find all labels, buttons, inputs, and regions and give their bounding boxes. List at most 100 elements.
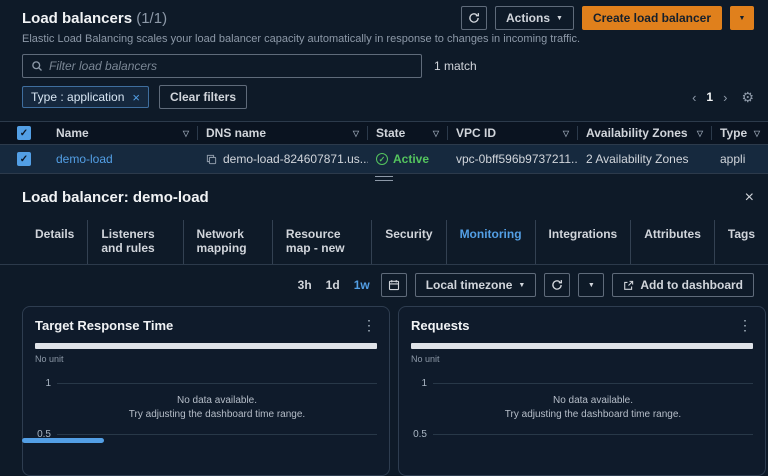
chevron-down-icon: ▼ [587,281,595,289]
column-label: VPC ID [456,126,497,140]
overflow-menu-icon[interactable]: ⋮ [738,317,753,334]
tab-tags[interactable]: Tags [713,220,768,264]
tab-listeners-and-rules[interactable]: Listeners and rules [87,220,182,264]
preferences-gear-icon[interactable]: ⚙ [741,89,754,106]
add-to-dashboard-button[interactable]: Add to dashboard [612,273,754,297]
drag-handle-icon [375,176,393,181]
overflow-menu-icon[interactable]: ⋮ [362,317,377,334]
clear-filters-button[interactable]: Clear filters [159,85,248,109]
status-label: Active [393,152,430,166]
empty-state-title: No data available. [552,395,634,406]
vpc-id-value: vpc-0bff596b9737211... [456,152,578,166]
column-filter-icon[interactable]: ▽ [563,129,569,138]
create-load-balancer-label: Create load balancer [592,11,711,25]
page-description: Elastic Load Balancing scales your load … [22,33,581,45]
range-1d-button[interactable]: 1d [323,278,343,292]
next-page-icon[interactable]: › [723,90,727,105]
clear-filters-label: Clear filters [170,90,237,104]
search-input[interactable] [49,59,413,73]
column-header-type[interactable]: Type ▽ [712,126,768,140]
actions-button[interactable]: Actions ▼ [494,6,574,30]
empty-state-message: No data available. Try adjusting the das… [411,394,753,421]
column-header-dns-name[interactable]: DNS name ▽ [198,126,368,140]
tab-security[interactable]: Security [371,220,445,264]
remove-filter-icon[interactable]: × [132,91,140,104]
column-filter-icon[interactable]: ▽ [183,129,189,138]
range-1w-button[interactable]: 1w [351,278,373,292]
refresh-icon [468,12,480,24]
filter-search-box[interactable] [22,54,422,78]
tab-resource-map[interactable]: Resource map - new [271,220,371,264]
select-all-checkbox[interactable]: ✓ [17,126,31,140]
dns-name-value: demo-load-824607871.us... [223,152,368,166]
refresh-button[interactable] [460,6,487,30]
actions-button-label: Actions [505,11,550,25]
y-tick-label: 1 [421,378,427,389]
create-load-balancer-dropdown-button[interactable]: ▼ [730,6,754,30]
page-title-text: Load balancers [22,9,133,27]
filter-chip-label: Type : application [31,90,125,104]
column-header-state[interactable]: State ▽ [368,126,448,140]
chevron-down-icon: ▼ [518,281,526,289]
pagination: ‹ 1 › ⚙ [692,89,754,106]
check-icon: ✓ [19,153,29,165]
create-load-balancer-button[interactable]: Create load balancer [581,6,722,30]
table-row[interactable]: ✓ demo-load demo-load-824607871.us... ✓ … [0,145,768,174]
timezone-dropdown[interactable]: Local timezone ▼ [414,273,537,297]
column-label: Name [56,126,89,140]
page-title: Load balancers (1/1) [22,10,167,27]
previous-page-icon[interactable]: ‹ [692,90,696,105]
custom-range-calendar-button[interactable] [380,273,407,297]
close-icon[interactable]: × [745,189,754,206]
empty-state-message: No data available. Try adjusting the das… [35,394,377,421]
tab-integrations[interactable]: Integrations [534,220,631,264]
gridline [433,383,753,384]
empty-state-hint: Try adjusting the dashboard time range. [504,408,682,420]
column-filter-icon[interactable]: ▽ [697,129,703,138]
chart-title: Requests [411,318,470,333]
column-label: Availability Zones [586,126,688,140]
column-header-vpc-id[interactable]: VPC ID ▽ [448,126,578,140]
tab-attributes[interactable]: Attributes [630,220,714,264]
column-header-name[interactable]: Name ▽ [48,126,198,140]
page-header: Load balancers (1/1) Actions ▼ Create lo… [0,0,768,30]
tab-details[interactable]: Details [22,220,87,264]
column-filter-icon[interactable]: ▽ [433,129,439,138]
load-balancer-name-link[interactable]: demo-load [56,152,113,166]
copy-icon[interactable] [206,154,217,165]
add-to-dashboard-label: Add to dashboard [640,278,743,292]
match-count: 1 match [434,59,477,73]
column-header-availability-zones[interactable]: Availability Zones ▽ [578,126,712,140]
chart-card-target-response-time: Target Response Time ⋮ No unit 1 No data… [22,306,390,476]
status-check-icon: ✓ [376,153,388,165]
empty-state-hint: Try adjusting the dashboard time range. [128,408,306,420]
horizontal-scrollbar-thumb[interactable] [22,438,104,443]
chart-card-requests: Requests ⋮ No unit 1 No data available. … [398,306,766,476]
range-3h-button[interactable]: 3h [295,278,315,292]
gridline [57,434,377,435]
split-panel-drag-handle[interactable] [0,174,768,183]
monitoring-toolbar: 3h 1d 1w Local timezone ▼ ▼ Add to dashb… [0,265,768,297]
timezone-label: Local timezone [425,278,513,292]
chevron-down-icon: ▼ [556,14,563,22]
page-number[interactable]: 1 [706,90,713,104]
page-title-count: (1/1) [136,9,168,27]
column-filter-icon[interactable]: ▽ [754,129,760,138]
external-link-icon [623,280,634,291]
panel-tabs: Details Listeners and rules Network mapp… [0,220,768,265]
refresh-icon [551,279,563,291]
column-filter-icon[interactable]: ▽ [353,129,359,138]
row-checkbox[interactable]: ✓ [17,152,31,166]
filter-chip-type-application[interactable]: Type : application × [22,86,149,108]
tab-network-mapping[interactable]: Network mapping [182,220,272,264]
calendar-icon [388,279,400,291]
tab-monitoring[interactable]: Monitoring [445,220,535,264]
refresh-options-dropdown-button[interactable]: ▼ [578,273,605,297]
table-header-row: ✓ Name ▽ DNS name ▽ State ▽ VPC ID ▽ Ava… [0,122,768,145]
charts-refresh-button[interactable] [544,273,571,297]
gridline [433,434,753,435]
empty-state-title: No data available. [176,395,258,406]
chart-title: Target Response Time [35,318,174,333]
y-tick-label: 0.5 [413,429,427,440]
availability-zones-value: 2 Availability Zones [586,152,689,166]
